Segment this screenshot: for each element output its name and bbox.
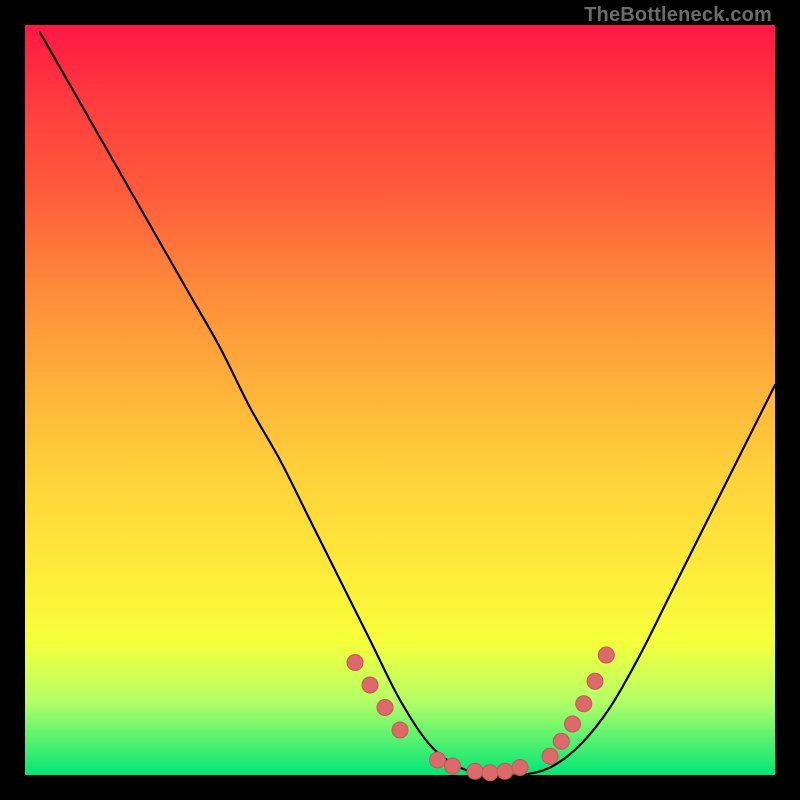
- marker-point: [598, 647, 614, 663]
- curve-group: [40, 33, 775, 776]
- marker-point: [587, 673, 603, 689]
- marker-point: [430, 752, 446, 768]
- marker-point: [377, 700, 393, 716]
- marker-point: [542, 748, 558, 764]
- marker-point: [553, 733, 569, 749]
- chart-frame: TheBottleneck.com: [0, 0, 800, 800]
- marker-point: [467, 763, 483, 779]
- marker-point: [512, 760, 528, 776]
- marker-point: [482, 765, 498, 781]
- curve-markers: [347, 647, 614, 781]
- marker-point: [497, 763, 513, 779]
- marker-point: [445, 758, 461, 774]
- bottleneck-curve: [40, 33, 775, 776]
- attribution-text: TheBottleneck.com: [584, 4, 772, 27]
- marker-point: [347, 655, 363, 671]
- chart-overlay: [25, 25, 775, 775]
- marker-point: [362, 677, 378, 693]
- marker-point: [576, 696, 592, 712]
- marker-point: [392, 722, 408, 738]
- marker-point: [565, 716, 581, 732]
